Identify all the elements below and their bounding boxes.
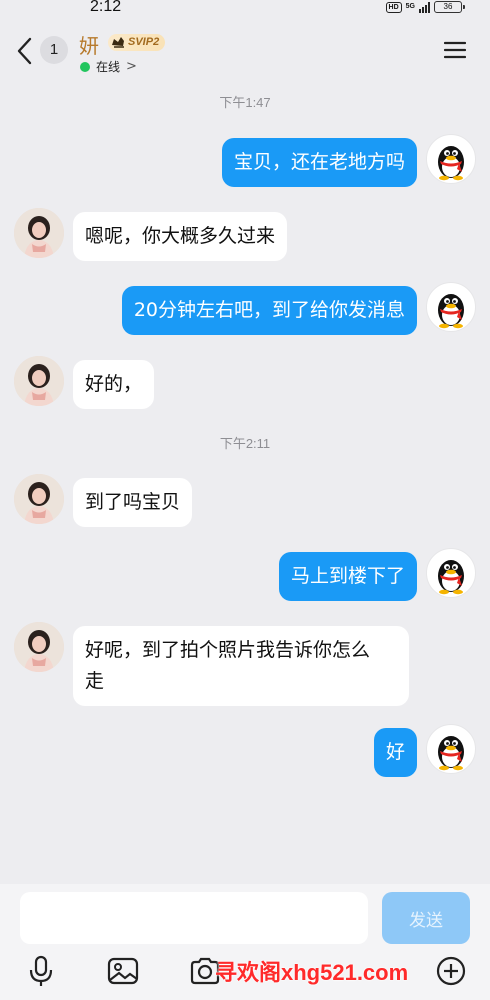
vip-label: SVIP2	[128, 36, 160, 48]
incoming-bubble[interactable]: 嗯呢，你大概多久过来	[73, 212, 288, 261]
time-separator: 下午1:47	[219, 95, 271, 110]
network-type: 5G	[405, 3, 415, 10]
outgoing-bubble[interactable]: 马上到楼下了	[278, 552, 417, 601]
incoming-bubble[interactable]: 好呢，到了拍个照片我告诉你怎么 走	[73, 626, 409, 706]
menu-icon[interactable]	[444, 40, 466, 60]
send-button[interactable]: 发送	[382, 892, 470, 944]
contact-name[interactable]: 妍	[79, 30, 99, 59]
hd-icon: HD	[385, 1, 402, 13]
contact-avatar[interactable]	[14, 356, 64, 406]
image-icon[interactable]	[106, 954, 140, 988]
chat-header: 1 妍 SVIP2 在线 >	[0, 22, 490, 82]
incoming-bubble[interactable]: 好的，	[73, 360, 155, 409]
mic-icon[interactable]	[24, 954, 58, 988]
battery-icon: 36	[434, 1, 465, 13]
outgoing-bubble[interactable]: 宝贝，还在老地方吗	[221, 138, 417, 187]
status-icons: HD 5G 36	[385, 1, 465, 13]
message-input[interactable]	[20, 892, 368, 944]
plus-icon[interactable]	[434, 954, 468, 988]
my-avatar-penguin-icon[interactable]	[426, 134, 476, 184]
presence-label: 在线	[96, 60, 121, 74]
status-bar: 2:12 HD 5G 36	[0, 0, 490, 18]
my-avatar-penguin-icon[interactable]	[426, 548, 476, 598]
vip-crown-icon	[112, 37, 124, 48]
outgoing-bubble[interactable]: 好	[373, 728, 417, 777]
online-dot-icon	[80, 61, 90, 72]
back-arrow-icon[interactable]	[14, 36, 36, 66]
my-avatar-penguin-icon[interactable]	[426, 282, 476, 332]
signal-icon	[419, 1, 430, 13]
site-watermark: 寻欢阁xhg521.com	[215, 960, 409, 985]
my-avatar-penguin-icon[interactable]	[426, 724, 476, 774]
vip-badge: SVIP2	[108, 34, 166, 51]
outgoing-bubble[interactable]: 20分钟左右吧，到了给你发消息	[121, 286, 417, 335]
contact-avatar[interactable]	[14, 474, 64, 524]
incoming-bubble[interactable]: 到了吗宝贝	[73, 478, 193, 527]
contact-avatar[interactable]	[14, 208, 64, 258]
contact-avatar[interactable]	[14, 622, 64, 672]
status-time: 2:12	[90, 0, 122, 15]
unread-count-badge[interactable]: 1	[40, 36, 68, 64]
chevron-right-icon: >	[126, 59, 137, 74]
time-separator: 下午2:11	[219, 436, 271, 451]
presence-status[interactable]: 在线 >	[80, 58, 137, 75]
